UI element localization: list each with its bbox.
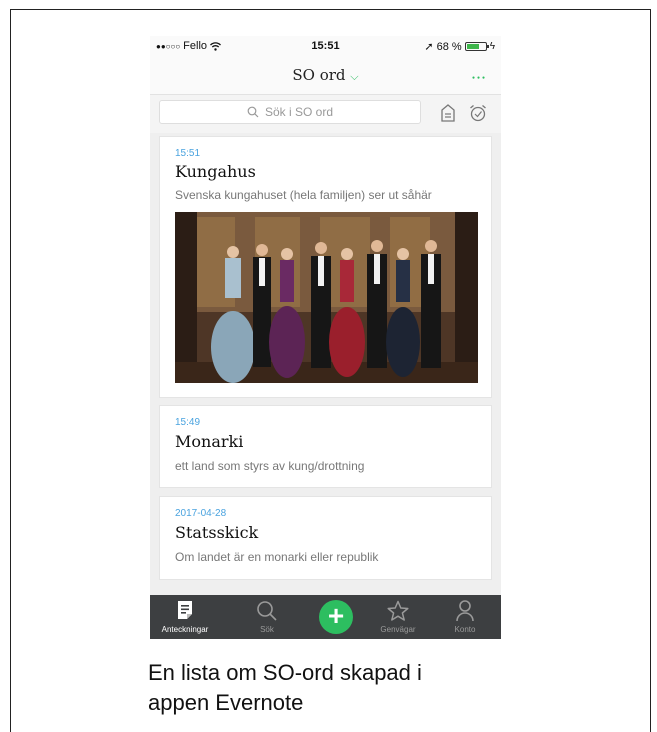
note-card[interactable]: 15:51 Kungahus Svenska kungahuset (hela … — [159, 136, 492, 398]
search-icon — [257, 601, 277, 621]
more-options-button[interactable]: ●●● — [472, 67, 487, 82]
notebook-title-button[interactable]: SO ord ⌵ — [150, 66, 501, 84]
search-placeholder: Sök i SO ord — [264, 105, 334, 119]
battery-percent: 68 % — [436, 40, 462, 53]
search-input[interactable]: Sök i SO ord — [159, 100, 421, 124]
chevron-down-icon: ⌵ — [350, 70, 359, 83]
navigation-bar: SO ord ⌵ ●●● — [150, 56, 501, 95]
note-date: 15:49 — [175, 417, 201, 428]
battery-icon — [464, 42, 489, 51]
tab-shortcuts[interactable]: Genvägar — [363, 595, 433, 639]
battery-fill — [466, 44, 479, 49]
search-row: Sök i SO ord — [150, 95, 501, 133]
person-icon — [456, 600, 474, 622]
tab-label: Anteckningar — [161, 625, 209, 634]
reminder-button[interactable] — [468, 103, 488, 123]
tag-filter-button[interactable] — [438, 103, 458, 123]
note-date: 2017-04-28 — [175, 508, 227, 519]
note-date: 15:51 — [175, 148, 201, 159]
star-icon — [387, 600, 409, 621]
note-title: Kungahus — [175, 162, 256, 181]
figure-caption: En lista om SO-ord skapad i appen Everno… — [148, 658, 528, 718]
charging-icon: ϟ — [489, 41, 495, 52]
note-snippet: ett land som styrs av kung/drottning — [175, 459, 365, 473]
phone-screen: ●●○○○ Fello 15:51 ➚ 68 % ϟ SO ord ⌵ ●●● … — [150, 36, 501, 639]
alarm-clock-icon — [470, 105, 486, 122]
note-title: Statsskick — [175, 523, 259, 542]
note-snippet: Svenska kungahuset (hela familjen) ser u… — [175, 188, 432, 202]
search-icon — [247, 106, 259, 118]
page-title: SO ord — [292, 66, 346, 84]
note-title: Monarki — [175, 432, 244, 451]
note-card[interactable]: 15:49 Monarki ett land som styrs av kung… — [159, 405, 492, 488]
tab-label: Genvägar — [380, 625, 416, 634]
royal-family-photo — [175, 212, 478, 383]
more-icon: ●●● — [471, 75, 487, 81]
add-icon: + — [327, 600, 345, 631]
tab-label: Sök — [260, 625, 274, 634]
tab-notes[interactable]: Anteckningar — [150, 595, 220, 639]
location-arrow-icon: ➚ — [424, 41, 434, 53]
caption-line: appen Evernote — [148, 690, 304, 715]
tab-label: Konto — [454, 625, 476, 634]
tab-search[interactable]: Sök — [232, 595, 302, 639]
status-bar: ●●○○○ Fello 15:51 ➚ 68 % ϟ — [150, 36, 501, 56]
note-card[interactable]: 2017-04-28 Statsskick Om landet är en mo… — [159, 496, 492, 580]
tab-account[interactable]: Konto — [430, 595, 500, 639]
caption-line: En lista om SO-ord skapad i — [148, 660, 422, 685]
tag-icon — [441, 104, 455, 122]
notes-icon — [178, 601, 192, 619]
status-right: ➚ 68 % ϟ — [424, 40, 495, 54]
note-photo — [175, 212, 478, 383]
note-snippet: Om landet är en monarki eller republik — [175, 550, 379, 564]
tab-bar: Anteckningar Sök + Genvägar Konto — [150, 595, 501, 639]
new-note-button[interactable]: + — [319, 600, 353, 634]
